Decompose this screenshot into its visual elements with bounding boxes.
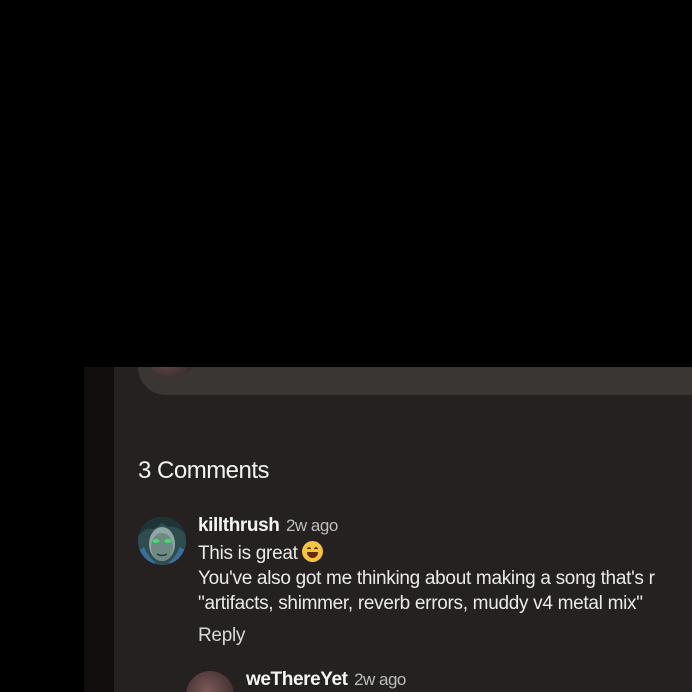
comments-heading: 3 Comments [138, 457, 270, 484]
comment-timestamp: 2w ago [285, 516, 338, 535]
comment-username[interactable]: killthrush [198, 515, 280, 536]
comment-meta: killthrush 2w ago [198, 515, 692, 537]
comments-panel: 3 Comments killthrush 2w ago This is gre… [114, 367, 692, 692]
comment-text: This is great [198, 543, 298, 564]
comment-body: killthrush 2w ago This is great You've a… [198, 515, 692, 647]
avatar[interactable] [138, 517, 186, 565]
left-rail [84, 367, 114, 692]
avatar[interactable] [186, 671, 234, 692]
reply-button[interactable]: Reply [198, 625, 245, 647]
comment-text-line-1: This is great [198, 541, 692, 565]
comment-composer[interactable] [138, 367, 692, 395]
reply-username[interactable]: weThereYet [246, 669, 348, 690]
avatar-image [138, 517, 186, 565]
comment-text-line-3: "artifacts, shimmer, reverb errors, mudd… [198, 593, 643, 614]
video-area [0, 0, 692, 367]
reply-meta: weThereYet 2w ago [246, 669, 406, 691]
comment-text-line-2: You've also got me thinking about making… [198, 568, 655, 589]
grinning-squinting-face-icon [301, 541, 323, 562]
reply-timestamp: 2w ago [354, 670, 406, 689]
